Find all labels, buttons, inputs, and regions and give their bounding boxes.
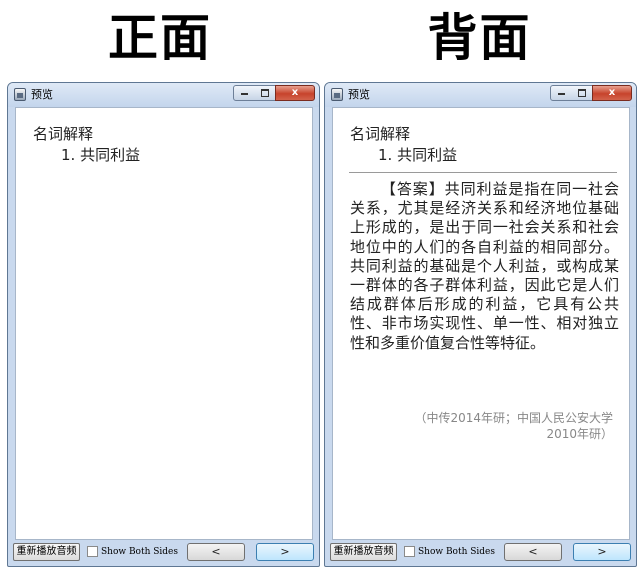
window-title: 预览 <box>31 88 53 101</box>
back-bottom-bar: 重新播放音频 Show Both Sides < > <box>325 540 636 566</box>
window-title: 预览 <box>348 88 370 101</box>
show-both-sides-label[interactable]: Show Both Sides <box>418 545 495 559</box>
back-titlebar[interactable]: 预览 x <box>325 83 636 107</box>
show-both-sides-checkbox[interactable] <box>87 546 98 557</box>
previous-button[interactable]: < <box>187 543 245 561</box>
front-back-divider <box>349 172 617 173</box>
minimize-button[interactable] <box>233 85 255 101</box>
maximize-button[interactable] <box>571 85 593 101</box>
chevron-left-icon: < <box>211 545 221 558</box>
replay-audio-button[interactable]: 重新播放音频 <box>13 543 80 561</box>
question-label: 名词解释 <box>350 125 411 143</box>
app-icon <box>331 88 343 101</box>
question-label: 名词解释 <box>33 125 94 143</box>
next-button[interactable]: > <box>256 543 314 561</box>
answer-tag: 【答案】 <box>380 180 445 198</box>
chevron-left-icon: < <box>528 545 538 558</box>
show-both-sides-label[interactable]: Show Both Sides <box>101 545 178 559</box>
previous-button[interactable]: < <box>504 543 562 561</box>
back-preview-window: 预览 x 名词解释 1. 共同利益 【答案】共同利益是指在同一社会关系，尤其是经… <box>324 82 637 567</box>
close-icon: x <box>291 87 299 98</box>
next-button[interactable]: > <box>573 543 631 561</box>
close-icon: x <box>608 87 616 98</box>
back-heading: 背面 <box>427 9 532 67</box>
back-card-content: 名词解释 1. 共同利益 【答案】共同利益是指在同一社会关系，尤其是经济关系和经… <box>332 107 630 540</box>
answer-body: 共同利益是指在同一社会关系，尤其是经济关系和经济地位基础上形成的，是出于同一社会… <box>350 180 619 352</box>
show-both-sides-checkbox[interactable] <box>404 546 415 557</box>
maximize-icon <box>577 88 586 97</box>
maximize-button[interactable] <box>254 85 276 101</box>
app-icon <box>14 88 26 101</box>
front-card-content: 名词解释 1. 共同利益 <box>15 107 313 540</box>
maximize-icon <box>260 88 269 97</box>
minimize-icon <box>240 93 248 95</box>
close-button[interactable]: x <box>275 85 315 101</box>
replay-audio-button[interactable]: 重新播放音频 <box>330 543 397 561</box>
close-button[interactable]: x <box>592 85 632 101</box>
front-titlebar[interactable]: 预览 x <box>8 83 319 107</box>
front-preview-window: 预览 x 名词解释 1. 共同利益 重新播放音频 Show Both Sides… <box>7 82 320 567</box>
minimize-button[interactable] <box>550 85 572 101</box>
answer-text: 【答案】共同利益是指在同一社会关系，尤其是经济关系和经济地位基础上形成的，是出于… <box>350 180 619 353</box>
front-heading: 正面 <box>108 9 212 67</box>
minimize-icon <box>557 93 565 95</box>
chevron-right-icon: > <box>597 545 607 558</box>
chevron-right-icon: > <box>280 545 290 558</box>
question-item: 1. 共同利益 <box>61 146 141 164</box>
question-item: 1. 共同利益 <box>378 146 458 164</box>
front-bottom-bar: 重新播放音频 Show Both Sides < > <box>8 540 319 566</box>
answer-source: （中传2014年研；中国人民公安大学2010年研） <box>414 411 613 441</box>
